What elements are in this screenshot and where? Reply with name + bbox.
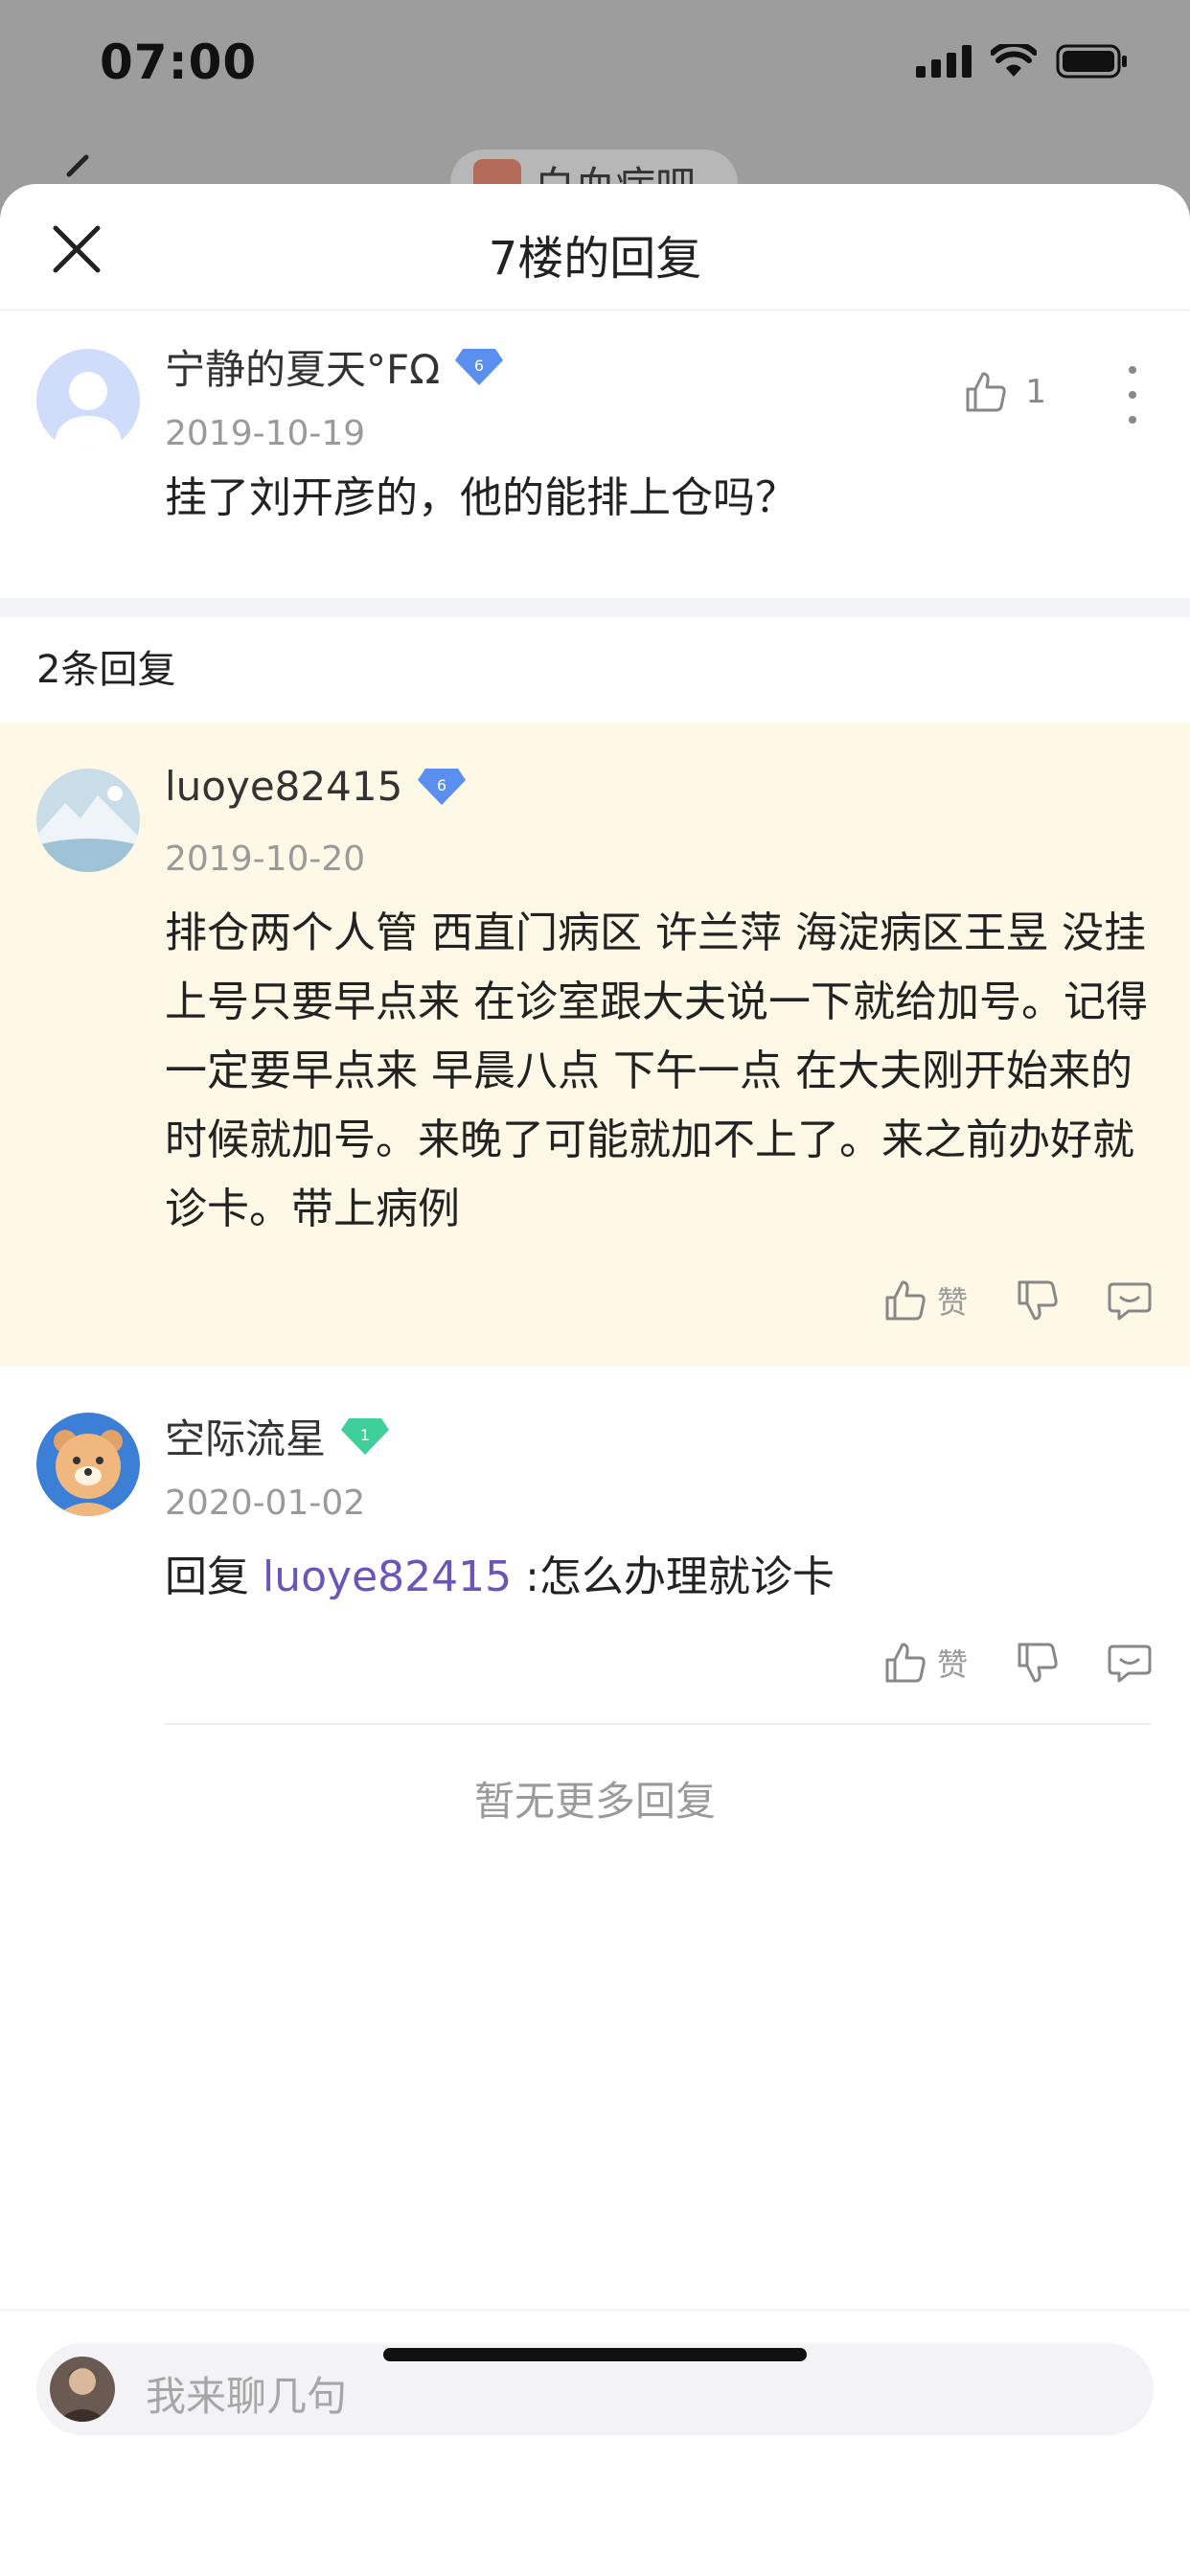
- post-content: 挂了刘开彦的，他的能排上仓吗？: [165, 473, 797, 522]
- svg-text:6: 6: [474, 356, 484, 375]
- section-divider: [0, 598, 1190, 617]
- username-text: luoye82415: [165, 763, 403, 810]
- sheet-header: 7楼的回复: [0, 184, 1190, 310]
- sheet-title: 7楼的回复: [488, 232, 702, 286]
- post-username[interactable]: 宁静的夏天°FΩ 6: [165, 337, 505, 396]
- reply-date: 2020-01-02: [165, 1484, 366, 1523]
- like-label: 赞: [936, 1284, 968, 1321]
- svg-text:6: 6: [437, 776, 446, 794]
- like-button[interactable]: 1: [964, 370, 1046, 414]
- username-text: 宁静的夏天°FΩ: [165, 346, 441, 393]
- reply-actions: 赞: [883, 1641, 1152, 1685]
- no-more-replies: 暂无更多回复: [473, 1778, 716, 1825]
- wifi-icon: [991, 44, 1037, 77]
- avatar[interactable]: [36, 1413, 140, 1516]
- reply-content: 回复 luoye82415 :怎么办理就诊卡: [165, 1543, 1152, 1612]
- thumb-up-icon: [966, 372, 1007, 412]
- like-button[interactable]: 赞: [883, 1641, 968, 1685]
- status-bar: 07:00: [0, 0, 1190, 134]
- level-badge-icon: 1: [341, 1417, 390, 1455]
- status-icons: [916, 44, 1129, 79]
- post-date: 2019-10-19: [165, 414, 366, 453]
- reply-username[interactable]: luoye82415 6: [165, 763, 468, 810]
- avatar[interactable]: [36, 349, 140, 452]
- reply-item: luoye82415 6 2019-10-20 排仓两个人管 西直门病区 许兰萍…: [0, 723, 1190, 1367]
- more-options-icon[interactable]: [1123, 366, 1142, 424]
- comment-icon[interactable]: [1108, 1641, 1152, 1685]
- reply-prefix: 回复: [165, 1552, 263, 1601]
- avatar[interactable]: [36, 769, 140, 872]
- thumb-up-icon: [885, 1643, 926, 1683]
- input-placeholder: 我来聊几句: [146, 2373, 348, 2420]
- reply-date: 2019-10-20: [165, 840, 366, 879]
- backdrop-nav: 白血病吧: [0, 134, 1190, 217]
- like-label: 赞: [936, 1646, 968, 1683]
- reply-to-user-link[interactable]: luoye82415: [263, 1552, 512, 1601]
- reply-count: 2条回复: [36, 648, 176, 692]
- battery-icon: [1056, 44, 1127, 79]
- reply-content: 排仓两个人管 西直门病区 许兰萍 海淀病区王昱 没挂上号只要早点来 在诊室跟大夫…: [165, 908, 1148, 1233]
- like-count: 1: [1025, 373, 1046, 411]
- username-text: 空际流星: [165, 1415, 327, 1462]
- home-indicator: [383, 2348, 807, 2361]
- like-button[interactable]: 赞: [883, 1278, 968, 1322]
- status-time: 07:00: [100, 34, 258, 90]
- level-badge-icon: 6: [455, 348, 504, 385]
- reply-username[interactable]: 空际流星 1: [165, 1407, 391, 1465]
- level-badge-icon: 6: [418, 768, 467, 805]
- divider: [165, 1723, 1152, 1725]
- signal-icon: [916, 45, 972, 78]
- comment-icon[interactable]: [1108, 1278, 1152, 1322]
- thumb-down-icon[interactable]: [1016, 1641, 1060, 1685]
- thumb-down-icon[interactable]: [1016, 1278, 1060, 1322]
- reply-actions: 赞: [883, 1278, 1152, 1322]
- reply-item: 空际流星 1 2020-01-02 回复 luoye82415 :怎么办理就诊卡…: [0, 1367, 1190, 1827]
- avatar: [50, 2357, 115, 2422]
- bottom-input-bar: 我来聊几句: [0, 2310, 1190, 2463]
- original-post: 宁静的夏天°FΩ 6 2019-10-19 挂了刘开彦的，他的能排上仓吗？ 1: [0, 310, 1190, 598]
- svg-text:1: 1: [360, 1426, 370, 1444]
- reply-sheet: 7楼的回复 宁静的夏天°FΩ 6 2019-10-19 挂了刘开彦的，他的能排上…: [0, 184, 1190, 2576]
- reply-body: :怎么办理就诊卡: [512, 1552, 835, 1601]
- thumb-up-icon: [885, 1280, 926, 1321]
